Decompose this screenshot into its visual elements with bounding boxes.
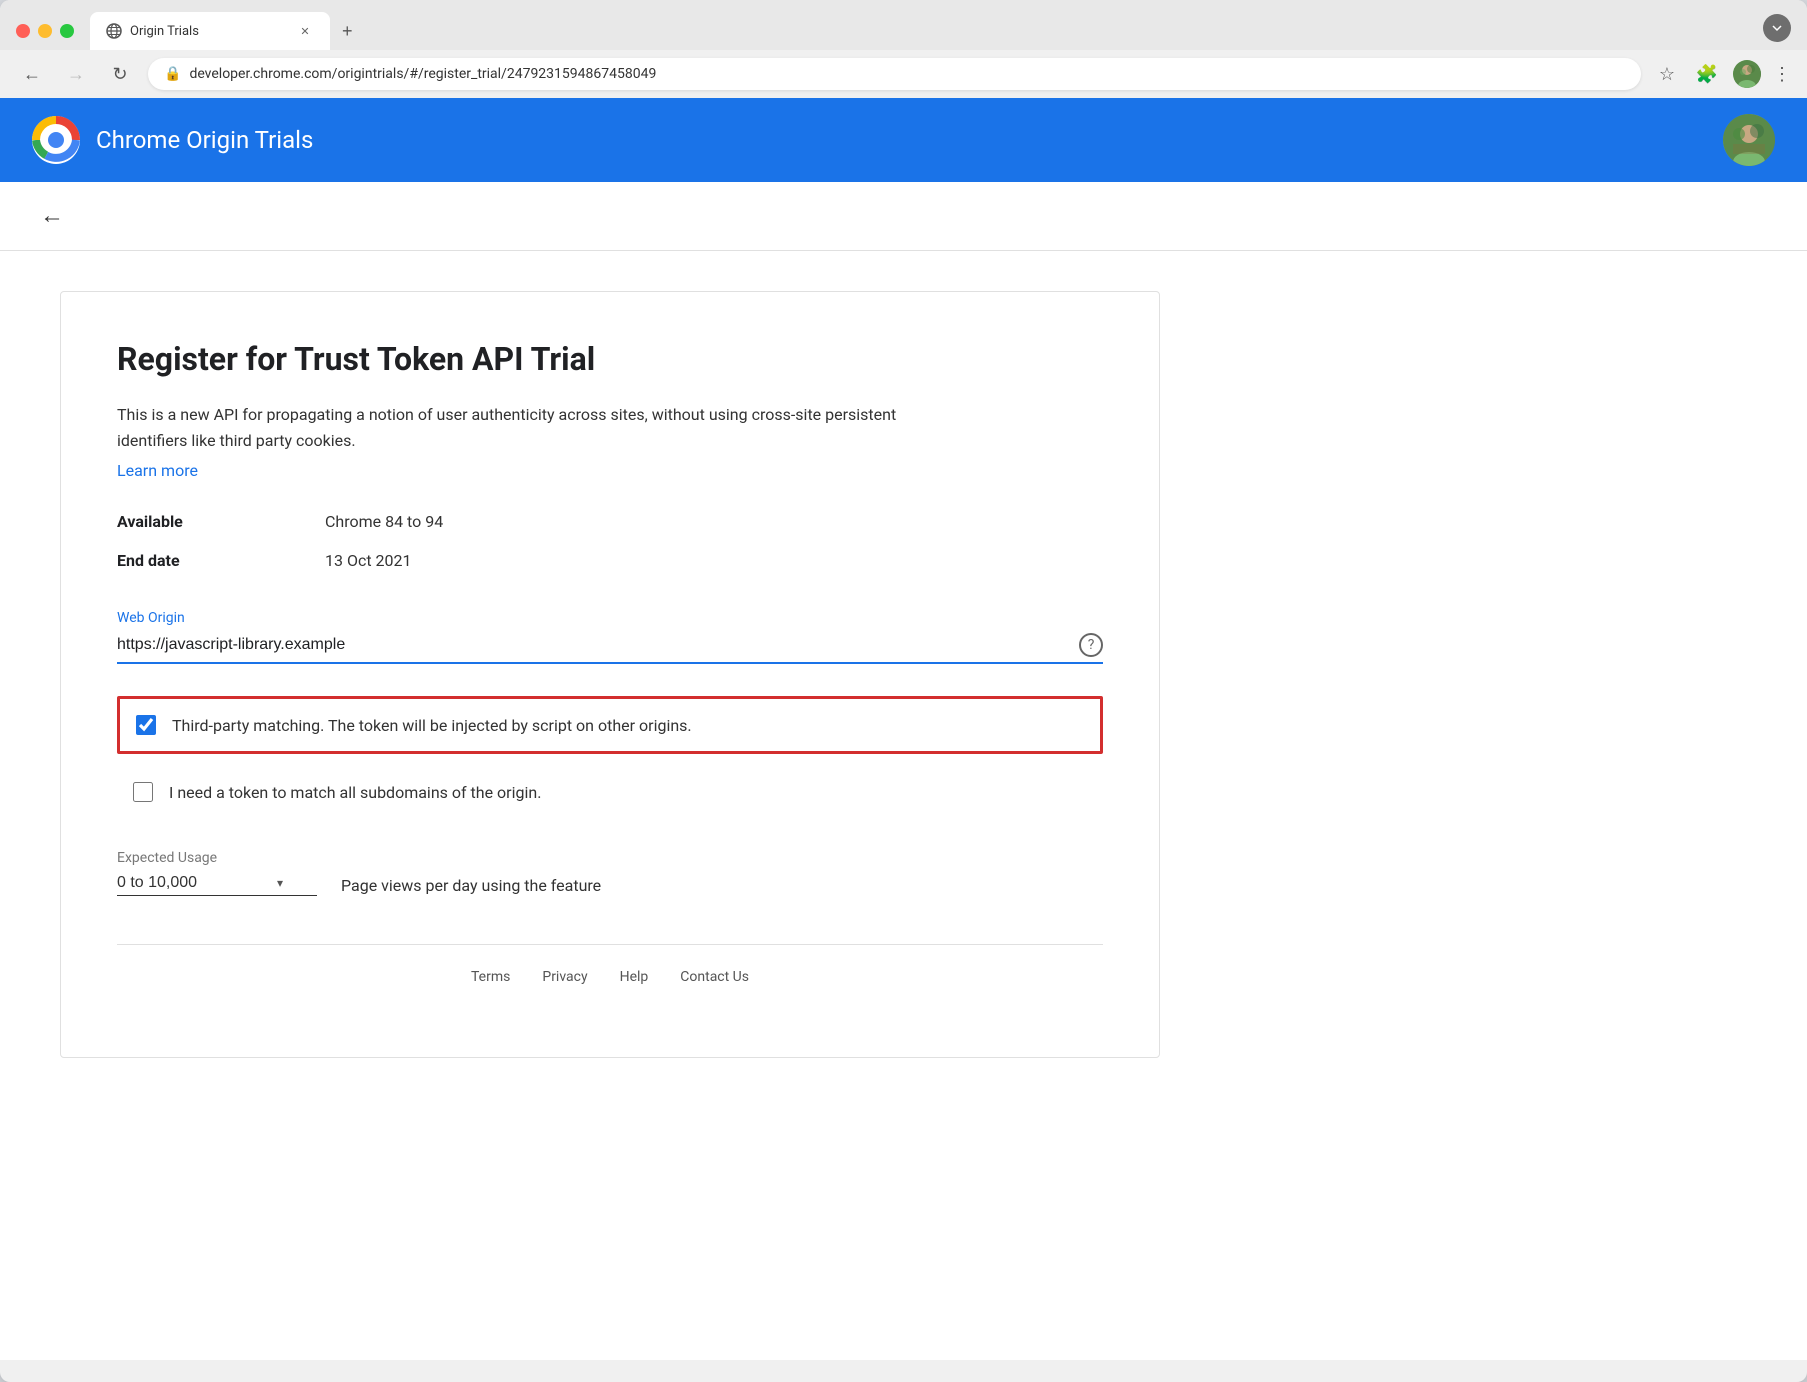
- tab-close-button[interactable]: ✕: [296, 22, 314, 40]
- third-party-checkbox-row: Third-party matching. The token will be …: [117, 696, 1103, 754]
- url-bar[interactable]: 🔒 developer.chrome.com/origintrials/#/re…: [148, 58, 1641, 90]
- chrome-menu-button[interactable]: [1763, 14, 1791, 42]
- lock-icon: 🔒: [164, 66, 181, 82]
- user-avatar[interactable]: [1723, 114, 1775, 166]
- footer-privacy-link[interactable]: Privacy: [542, 969, 587, 985]
- usage-row: 0 to 10,000 10,000 to 100,000 100,000 to…: [117, 874, 1103, 896]
- tab-bar: Origin Trials ✕ +: [90, 12, 365, 50]
- dropdown-arrow-icon: ▾: [277, 876, 283, 890]
- usage-section: Expected Usage 0 to 10,000 10,000 to 100…: [117, 850, 1103, 896]
- web-origin-input-row: ?: [117, 632, 1103, 664]
- third-party-checkbox[interactable]: [136, 715, 156, 735]
- available-label: Available: [117, 512, 277, 531]
- title-bar: Origin Trials ✕ +: [0, 0, 1807, 50]
- back-nav-button[interactable]: ←: [16, 58, 48, 90]
- available-value: Chrome 84 to 94: [325, 512, 1103, 531]
- form-description: This is a new API for propagating a noti…: [117, 402, 917, 453]
- tab-end-area: [1763, 14, 1791, 42]
- address-bar: ← → ↻ 🔒 developer.chrome.com/origintrial…: [0, 50, 1807, 98]
- footer-help-link[interactable]: Help: [620, 969, 649, 985]
- checkbox-group: Third-party matching. The token will be …: [117, 696, 1103, 818]
- window-controls: [16, 24, 74, 38]
- more-options-button[interactable]: ⋮: [1773, 64, 1791, 85]
- subdomain-label: I need a token to match all subdomains o…: [169, 783, 541, 802]
- back-button[interactable]: ←: [40, 202, 64, 230]
- web-origin-label: Web Origin: [117, 610, 1103, 626]
- back-area: ←: [0, 182, 1807, 251]
- footer-terms-link[interactable]: Terms: [471, 969, 510, 985]
- active-tab[interactable]: Origin Trials ✕: [90, 12, 330, 50]
- minimize-button[interactable]: [38, 24, 52, 38]
- site-title-area: Chrome Origin Trials: [32, 116, 313, 164]
- main-content: Register for Trust Token API Trial This …: [0, 251, 1807, 1098]
- tab-favicon: [106, 23, 122, 39]
- web-origin-input[interactable]: [117, 632, 1063, 658]
- profile-avatar-button[interactable]: [1733, 60, 1761, 88]
- site-header: Chrome Origin Trials: [0, 98, 1807, 182]
- extensions-button[interactable]: 🧩: [1693, 60, 1721, 88]
- page-footer: Terms Privacy Help Contact Us: [117, 944, 1103, 1009]
- subdomain-checkbox-row: I need a token to match all subdomains o…: [117, 766, 1103, 818]
- new-tab-button[interactable]: +: [330, 13, 365, 50]
- chrome-logo-icon: [32, 116, 80, 164]
- end-date-value: 13 Oct 2021: [325, 551, 1103, 570]
- form-card: Register for Trust Token API Trial This …: [60, 291, 1160, 1058]
- learn-more-link[interactable]: Learn more: [117, 461, 198, 480]
- footer-contact-link[interactable]: Contact Us: [680, 969, 749, 985]
- usage-select-wrapper: 0 to 10,000 10,000 to 100,000 100,000 to…: [117, 874, 317, 896]
- maximize-button[interactable]: [60, 24, 74, 38]
- url-text: developer.chrome.com/origintrials/#/regi…: [189, 66, 1625, 82]
- forward-nav-button[interactable]: →: [60, 58, 92, 90]
- close-button[interactable]: [16, 24, 30, 38]
- info-grid: Available Chrome 84 to 94 End date 13 Oc…: [117, 512, 1103, 570]
- form-title: Register for Trust Token API Trial: [117, 340, 1103, 378]
- tab-title: Origin Trials: [130, 24, 288, 39]
- third-party-label: Third-party matching. The token will be …: [172, 716, 692, 735]
- usage-label: Expected Usage: [117, 850, 1103, 866]
- help-icon[interactable]: ?: [1079, 633, 1103, 657]
- browser-window: Origin Trials ✕ + ← → ↻ 🔒 developer.chro…: [0, 0, 1807, 1382]
- usage-select[interactable]: 0 to 10,000 10,000 to 100,000 100,000 to…: [117, 874, 269, 891]
- usage-description: Page views per day using the feature: [341, 876, 601, 895]
- subdomain-checkbox[interactable]: [133, 782, 153, 802]
- web-origin-field-group: Web Origin ?: [117, 610, 1103, 664]
- page-content: Chrome Origin Trials ← Register for Trus…: [0, 98, 1807, 1360]
- end-date-label: End date: [117, 551, 277, 570]
- reload-button[interactable]: ↻: [104, 58, 136, 90]
- bookmark-button[interactable]: ☆: [1653, 60, 1681, 88]
- site-title: Chrome Origin Trials: [96, 126, 313, 154]
